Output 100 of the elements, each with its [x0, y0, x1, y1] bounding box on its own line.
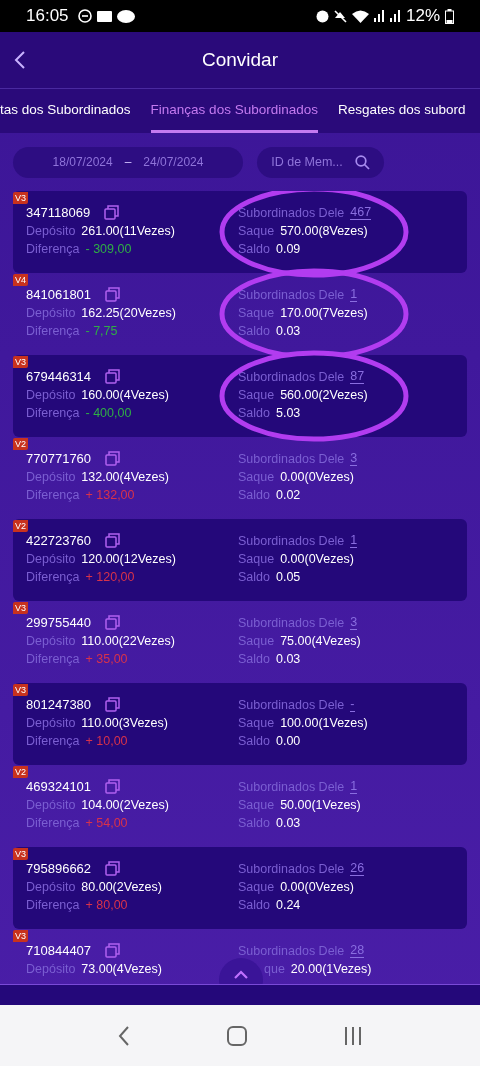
- tab[interactable]: Resgates dos subord: [337, 89, 466, 133]
- field-label: Subordinados Dele: [238, 533, 345, 548]
- field-value: 0.02: [276, 487, 301, 502]
- subordinates-link[interactable]: 1: [350, 287, 358, 302]
- field-label: Depósito: [26, 223, 76, 238]
- level-badge: V3: [13, 602, 28, 614]
- field-value: 73.00(4Vezes): [81, 961, 162, 976]
- subordinates-link[interactable]: 467: [350, 205, 372, 220]
- date-range-field[interactable]: 18/07/2024 – 24/07/2024: [13, 146, 243, 178]
- member-id: 679446314: [26, 369, 92, 384]
- member-id: 299755440: [26, 615, 92, 630]
- level-badge: V3: [13, 848, 28, 860]
- field-label: Diferença: [26, 323, 80, 338]
- field-label: Saque: [238, 305, 275, 320]
- search-field[interactable]: ID de Mem...: [257, 146, 384, 178]
- tab[interactable]: Finanças dos Subordinados: [150, 89, 318, 133]
- field-label: Diferença: [26, 651, 80, 666]
- level-badge: V3: [13, 192, 28, 204]
- field-label: Saque: [238, 633, 275, 648]
- field-value: 50.00(1Vezes): [280, 797, 361, 812]
- subordinates-link[interactable]: 3: [350, 615, 358, 630]
- copy-icon[interactable]: [105, 451, 121, 466]
- field-value: 0.05: [276, 569, 301, 584]
- level-badge: V3: [13, 356, 28, 368]
- tab[interactable]: tas dos Subordinados: [0, 89, 131, 133]
- field-label: Subordinados Dele: [238, 451, 345, 466]
- field-value: - 309,00: [85, 241, 132, 256]
- copy-icon[interactable]: [105, 287, 121, 302]
- field-value: + 120,00: [85, 569, 135, 584]
- field-value: 0.00(0Vezes): [280, 551, 354, 566]
- field-value: 0.03: [276, 323, 301, 338]
- field-label: Subordinados Dele: [238, 205, 345, 220]
- copy-icon[interactable]: [105, 861, 121, 876]
- recent-apps-icon[interactable]: [343, 1026, 362, 1045]
- level-badge: V2: [13, 438, 28, 450]
- copy-icon[interactable]: [105, 369, 121, 384]
- copy-icon[interactable]: [105, 697, 121, 712]
- field-label: Depósito: [26, 469, 76, 484]
- home-icon[interactable]: [227, 1025, 247, 1046]
- member-id: 795896662: [26, 861, 92, 876]
- field-label: Diferença: [26, 569, 80, 584]
- field-value: 110.00(3Vezes): [81, 715, 168, 730]
- field-label: Depósito: [26, 715, 76, 730]
- subordinates-link[interactable]: 3: [350, 451, 358, 466]
- field-value: 0.24: [276, 897, 301, 912]
- field-label: Subordinados Dele: [238, 369, 345, 384]
- field-value: 0.00(0Vezes): [280, 879, 354, 894]
- field-value: 261.00(11Vezes): [81, 223, 175, 238]
- level-badge: V4: [13, 274, 28, 286]
- member-id: 770771760: [26, 451, 92, 466]
- field-label: Saldo: [238, 323, 270, 338]
- field-label: Depósito: [26, 879, 76, 894]
- field-value: + 10,00: [85, 733, 128, 748]
- field-label: Subordinados Dele: [238, 697, 345, 712]
- subordinates-link[interactable]: 26: [350, 861, 365, 876]
- copy-icon[interactable]: [105, 943, 121, 958]
- field-value: 0.03: [276, 815, 301, 830]
- field-value: 100.00(1Vezes): [280, 715, 368, 730]
- level-badge: V2: [13, 520, 28, 532]
- field-value: - 7,75: [85, 323, 118, 338]
- field-value: 20.00(1Vezes): [290, 961, 372, 976]
- field-value: 0.09: [276, 241, 301, 256]
- field-value: 80.00(2Vezes): [81, 879, 162, 894]
- level-badge: V3: [13, 930, 28, 942]
- field-label: Diferença: [26, 405, 80, 420]
- field-label: Depósito: [26, 961, 76, 976]
- field-value: 560.00(2Vezes): [280, 387, 368, 402]
- copy-icon[interactable]: [104, 205, 120, 220]
- field-label: Depósito: [26, 305, 76, 320]
- field-value: 110.00(22Vezes): [81, 633, 175, 648]
- field-label: Saldo: [238, 897, 270, 912]
- mute-icon: [333, 9, 347, 23]
- battery-level: 12%: [405, 6, 440, 26]
- back-icon[interactable]: [14, 51, 26, 69]
- copy-icon[interactable]: [105, 615, 121, 630]
- field-label: Saldo: [238, 569, 270, 584]
- subordinates-link[interactable]: 1: [350, 533, 358, 548]
- field-label: Depósito: [26, 551, 76, 566]
- field-label: Saque: [238, 715, 275, 730]
- level-badge: V3: [13, 684, 28, 696]
- copy-icon[interactable]: [105, 533, 121, 548]
- subordinates-link[interactable]: -: [350, 697, 355, 712]
- copy-icon[interactable]: [105, 779, 121, 794]
- caret-icon: [234, 970, 248, 979]
- subordinates-link[interactable]: 28: [350, 943, 365, 958]
- status-time: 16:05: [26, 6, 69, 26]
- subordinates-link[interactable]: 87: [350, 369, 365, 384]
- field-value: 132.00(4Vezes): [81, 469, 169, 484]
- field-label: Saque: [238, 797, 275, 812]
- field-label: Diferença: [26, 897, 80, 912]
- field-label: Diferença: [26, 487, 80, 502]
- subordinates-link[interactable]: 1: [350, 779, 358, 794]
- member-id: 347118069: [26, 205, 91, 220]
- back-icon[interactable]: [118, 1025, 131, 1046]
- field-label: Saldo: [238, 651, 270, 666]
- do-not-disturb-icon: [77, 9, 92, 23]
- field-value: 120.00(12Vezes): [81, 551, 176, 566]
- field-value: + 80,00: [85, 897, 128, 912]
- member-id: 469324101: [26, 779, 92, 794]
- member-id: 841061801: [26, 287, 92, 302]
